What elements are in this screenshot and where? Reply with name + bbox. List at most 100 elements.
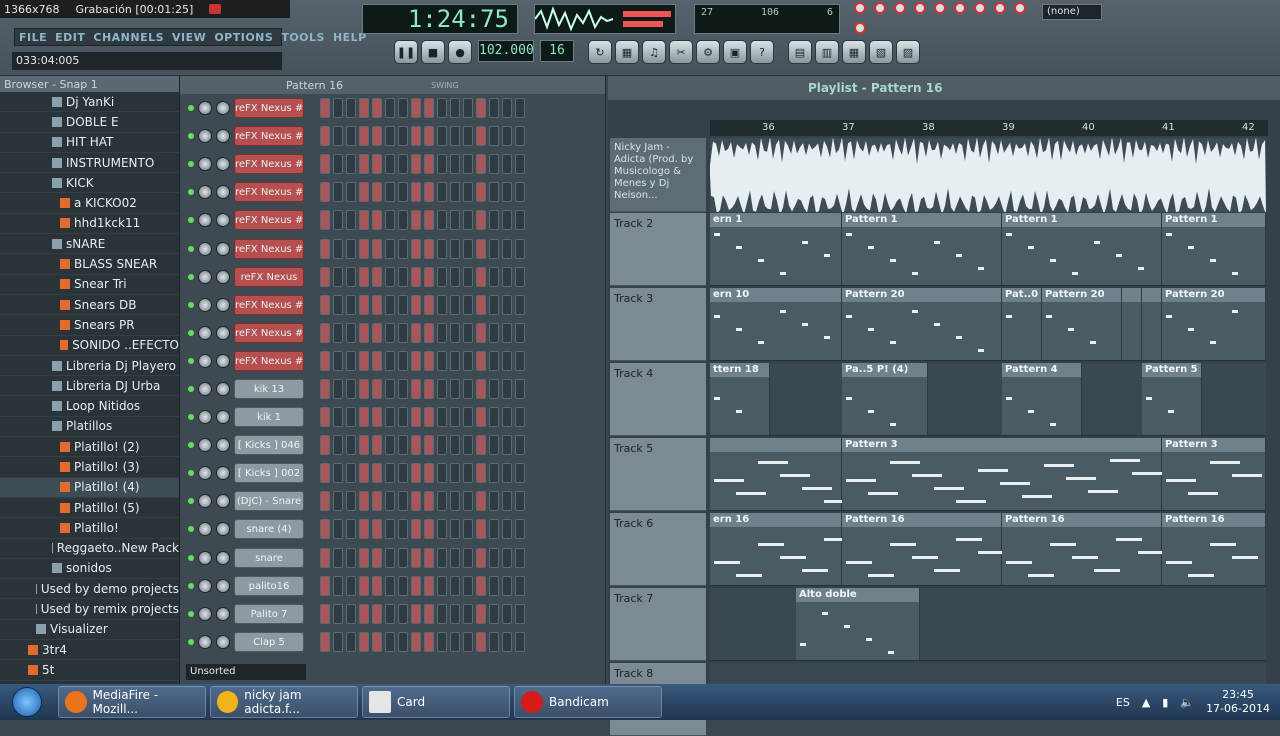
step-button[interactable] (476, 126, 486, 147)
step-button[interactable] (489, 210, 499, 231)
pan-knob[interactable] (198, 157, 212, 172)
step-button[interactable] (320, 238, 330, 259)
step-button[interactable] (385, 126, 395, 147)
step-button[interactable] (398, 210, 408, 231)
step-button[interactable] (398, 238, 408, 259)
step-button[interactable] (359, 350, 369, 371)
browser-item[interactable]: Platillo! (5) (0, 498, 179, 519)
step-button[interactable] (489, 435, 499, 456)
step-button[interactable] (502, 378, 512, 399)
browser-item[interactable]: Dj YanKi (0, 92, 179, 113)
step-button[interactable] (372, 210, 382, 231)
step-button[interactable] (333, 154, 343, 175)
step-button[interactable] (437, 631, 447, 652)
channel-led-icon[interactable] (188, 414, 194, 421)
step-button[interactable] (333, 519, 343, 540)
step-button[interactable] (333, 350, 343, 371)
track-header[interactable]: Track 3 (610, 288, 706, 361)
step-button[interactable] (320, 631, 330, 652)
volume-knob[interactable] (216, 494, 230, 509)
step-button[interactable] (411, 126, 421, 147)
step-button[interactable] (320, 98, 330, 119)
step-button[interactable] (333, 575, 343, 596)
step-button[interactable] (437, 575, 447, 596)
step-button[interactable] (385, 491, 395, 512)
step-button[interactable] (502, 491, 512, 512)
volume-knob[interactable] (216, 410, 230, 425)
step-button[interactable] (450, 378, 460, 399)
track-lane[interactable]: Pattern 3 Pattern 3 (710, 438, 1266, 511)
step-button[interactable] (398, 154, 408, 175)
browser-item[interactable]: Platillo! (4) (0, 477, 179, 498)
step-button[interactable] (385, 603, 395, 624)
menu-edit[interactable]: EDIT (55, 31, 85, 44)
step-button[interactable] (489, 519, 499, 540)
step-button[interactable] (346, 154, 356, 175)
browser-item[interactable]: sNARE (0, 234, 179, 255)
step-button[interactable] (385, 98, 395, 119)
step-button[interactable] (437, 603, 447, 624)
step-button[interactable] (359, 575, 369, 596)
step-button[interactable] (359, 491, 369, 512)
step-button[interactable] (359, 407, 369, 428)
step-button[interactable] (424, 210, 434, 231)
step-button[interactable] (515, 575, 525, 596)
browser-item[interactable]: sonidos (0, 559, 179, 580)
step-button[interactable] (411, 238, 421, 259)
record-panel-icon[interactable]: ▧ (869, 40, 893, 64)
step-button[interactable] (489, 631, 499, 652)
menu-tools[interactable]: TOOLS (281, 31, 325, 44)
step-button[interactable] (515, 154, 525, 175)
volume-knob[interactable] (216, 438, 230, 453)
step-button[interactable] (385, 210, 395, 231)
track-header[interactable]: Track 7 (610, 588, 706, 661)
pattern-clip[interactable]: Pattern 5 (1142, 363, 1202, 435)
channel-led-icon[interactable] (188, 273, 194, 280)
step-button[interactable] (398, 126, 408, 147)
step-seq-icon[interactable]: ▦ (615, 40, 639, 64)
menu-file[interactable]: FILE (19, 31, 47, 44)
step-button[interactable] (476, 210, 486, 231)
channel-button[interactable]: snare (4) (234, 519, 304, 540)
volume-knob[interactable] (216, 606, 230, 621)
step-button[interactable] (424, 154, 434, 175)
step-button[interactable] (450, 435, 460, 456)
step-button[interactable] (333, 491, 343, 512)
step-button[interactable] (346, 575, 356, 596)
step-button[interactable] (450, 491, 460, 512)
channel-button[interactable]: reFX Nexus #9 (234, 350, 304, 371)
channel-button[interactable]: Palito 7 (234, 603, 304, 624)
option-toggle-icon[interactable] (954, 2, 966, 14)
step-button[interactable] (450, 603, 460, 624)
step-button[interactable] (476, 463, 486, 484)
step-button[interactable] (437, 210, 447, 231)
step-button[interactable] (489, 154, 499, 175)
step-button[interactable] (372, 603, 382, 624)
step-button[interactable] (372, 435, 382, 456)
step-button[interactable] (320, 435, 330, 456)
browser-item[interactable]: Platillo! (0, 518, 179, 539)
step-button[interactable] (502, 603, 512, 624)
volume-icon[interactable]: 🔈 (1180, 696, 1194, 709)
pan-knob[interactable] (198, 410, 212, 425)
step-button[interactable] (515, 491, 525, 512)
step-button[interactable] (346, 519, 356, 540)
step-button[interactable] (476, 182, 486, 203)
step-button[interactable] (320, 210, 330, 231)
step-button[interactable] (320, 407, 330, 428)
task-firefox[interactable]: MediaFire - Mozill... (58, 686, 206, 718)
step-button[interactable] (372, 463, 382, 484)
pan-knob[interactable] (198, 466, 212, 481)
step-button[interactable] (398, 98, 408, 119)
step-button[interactable] (385, 547, 395, 568)
option-toggle-icon[interactable] (934, 2, 946, 14)
volume-knob[interactable] (216, 241, 230, 256)
step-button[interactable] (346, 435, 356, 456)
step-button[interactable] (333, 294, 343, 315)
step-button[interactable] (385, 631, 395, 652)
step-button[interactable] (411, 98, 421, 119)
channel-button[interactable]: snare (234, 547, 304, 568)
step-button[interactable] (502, 322, 512, 343)
step-button[interactable] (411, 210, 421, 231)
pan-knob[interactable] (198, 522, 212, 537)
